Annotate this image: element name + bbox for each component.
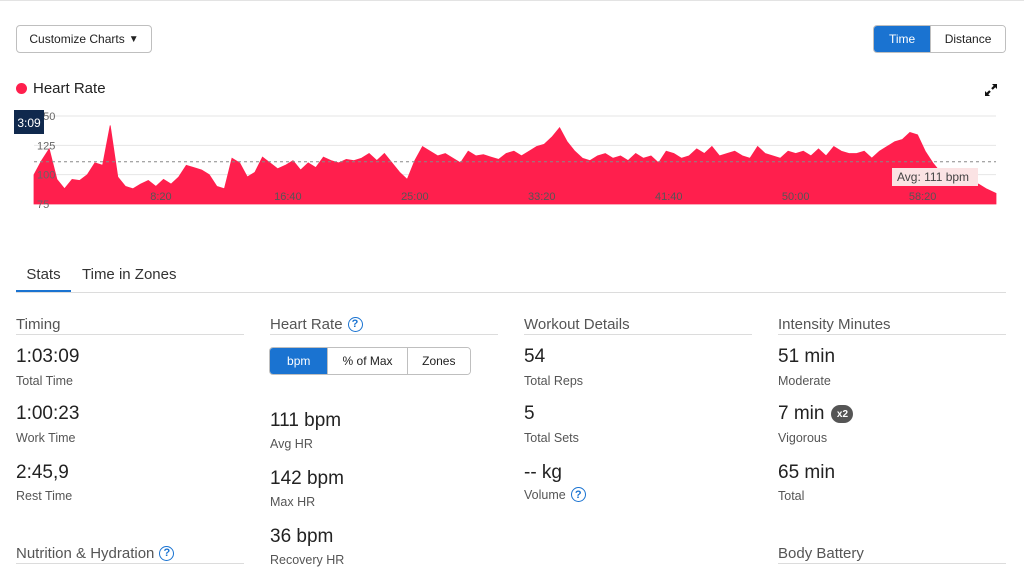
- total-intensity-value: 65 min: [778, 462, 836, 483]
- moderate-label: Moderate: [778, 374, 831, 388]
- question-circle-icon[interactable]: ?: [159, 545, 175, 561]
- question-circle-icon[interactable]: ?: [347, 316, 363, 332]
- x-tick-label: 16:40: [274, 191, 302, 203]
- x-tick-label: 41:40: [655, 191, 683, 203]
- heart-rate-heading-label: Heart Rate: [270, 315, 343, 333]
- y-tick-label: 75: [37, 199, 49, 211]
- y-tick-label: 125: [37, 140, 55, 152]
- heart-rate-area: [33, 125, 997, 205]
- work-time-value: 1:00:23: [16, 403, 80, 424]
- total-time-value: 1:03:09: [16, 346, 80, 367]
- bpm-button[interactable]: bpm: [270, 348, 328, 374]
- heart-rate-column: Heart Rate ?: [270, 314, 498, 335]
- question-circle-icon[interactable]: ?: [570, 487, 586, 502]
- stats-tabs: Stats Time in Zones: [16, 262, 1006, 293]
- timing-column: Timing: [16, 314, 244, 335]
- timing-heading: Timing: [16, 314, 244, 335]
- moderate-value: 51 min: [778, 346, 836, 367]
- avg-hr-value: 111 bpm: [270, 410, 342, 431]
- recovery-hr-label: Recovery HR: [270, 553, 345, 567]
- vigorous-value: 7 min: [778, 403, 825, 424]
- x-tick-label: 33:20: [528, 191, 556, 203]
- volume-label-row: Volume ?: [524, 487, 586, 502]
- intensity-heading: Intensity Minutes: [778, 314, 1006, 335]
- hr-unit-toggle: bpm % of Max Zones: [269, 347, 471, 375]
- total-sets-label: Total Sets: [524, 431, 579, 445]
- volume-value: -- kg: [524, 462, 562, 483]
- workout-details-heading: Workout Details: [524, 314, 752, 335]
- zones-button[interactable]: Zones: [406, 348, 470, 374]
- intensity-column: Intensity Minutes: [778, 314, 1006, 335]
- nutrition-heading: Nutrition & Hydration ?: [16, 543, 244, 564]
- x-tick-label: 50:00: [782, 191, 810, 203]
- rest-time-label: Rest Time: [16, 489, 73, 503]
- vigorous-value-row: 7 min x2: [778, 403, 854, 425]
- max-hr-label: Max HR: [270, 495, 316, 509]
- heart-rate-heading: Heart Rate ?: [270, 314, 498, 335]
- x-tick-label: 58:20: [909, 191, 937, 203]
- avg-label: Avg: 111 bpm: [897, 170, 969, 184]
- cursor-time-label: 3:09: [17, 116, 41, 130]
- volume-label: Volume: [524, 487, 566, 502]
- max-hr-value: 142 bpm: [270, 468, 344, 489]
- y-tick-label: 100: [37, 170, 55, 182]
- nutrition-heading-label: Nutrition & Hydration: [16, 544, 155, 562]
- workout-details-column: Workout Details: [524, 314, 752, 335]
- vigorous-label: Vigorous: [778, 431, 828, 445]
- x-tick-label: 8:20: [150, 191, 171, 203]
- heart-rate-chart[interactable]: 150125100758:20 16:40 25:00 33:20 41:40 50:00…: [0, 0, 1024, 220]
- total-reps-value: 54: [524, 346, 546, 367]
- avg-hr-label: Avg HR: [270, 437, 313, 451]
- multiplier-badge: x2: [831, 405, 854, 423]
- total-intensity-label: Total: [778, 489, 805, 503]
- total-sets-value: 5: [524, 403, 535, 424]
- recovery-hr-value: 36 bpm: [270, 526, 334, 547]
- percent-of-max-button[interactable]: % of Max: [327, 348, 407, 374]
- body-battery-heading: Body Battery: [778, 543, 1006, 564]
- tab-stats[interactable]: Stats: [16, 262, 71, 292]
- work-time-label: Work Time: [16, 431, 76, 445]
- x-tick-label: 25:00: [401, 191, 429, 203]
- total-reps-label: Total Reps: [524, 374, 584, 388]
- tab-time-in-zones[interactable]: Time in Zones: [82, 262, 176, 292]
- total-time-label: Total Time: [16, 374, 73, 388]
- rest-time-value: 2:45,9: [16, 462, 69, 483]
